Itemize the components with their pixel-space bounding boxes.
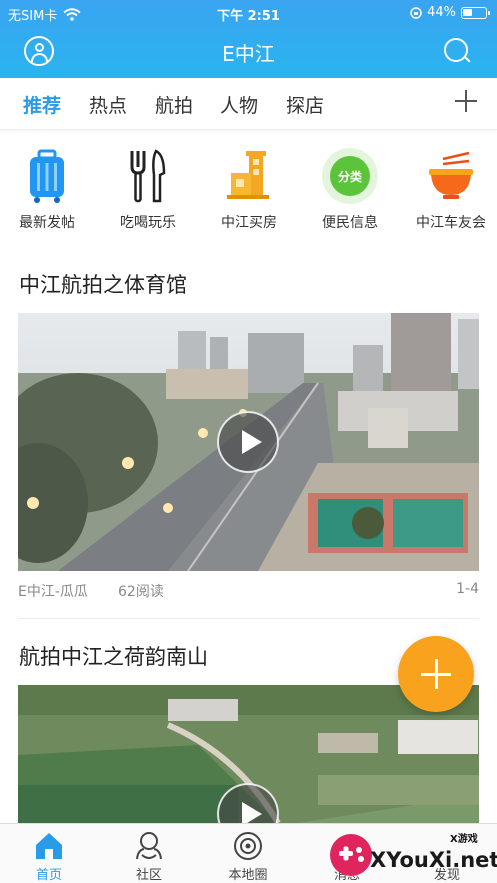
- nav-label: 首页: [35, 868, 62, 883]
- battery-icon: [461, 6, 490, 19]
- nav-home[interactable]: 首页: [9, 830, 89, 883]
- post-video-thumbnail[interactable]: [18, 685, 479, 823]
- fork-knife-icon: [118, 145, 178, 207]
- category-label: 中江车友会: [416, 215, 486, 231]
- recycle-sort-icon: 分类: [320, 145, 380, 207]
- category-badge: 分类: [338, 169, 363, 184]
- status-bar: 无SIM卡 下午 2:51 44%: [0, 0, 497, 26]
- nav-community[interactable]: 社区: [109, 830, 189, 883]
- suitcase-icon: [17, 145, 77, 207]
- tab-recommend[interactable]: 推荐: [23, 91, 61, 118]
- category-car-club[interactable]: 中江车友会: [406, 145, 496, 232]
- gamepad-logo-icon: [330, 834, 372, 876]
- tab-aerial[interactable]: 航拍: [155, 91, 193, 118]
- nav-bar: E中江: [0, 28, 497, 76]
- post-video-thumbnail[interactable]: [18, 313, 479, 571]
- site-watermark: X游戏 XYouXi.net: [326, 826, 497, 883]
- nav-label: 社区: [135, 868, 162, 883]
- noodle-bowl-icon: [421, 145, 481, 207]
- category-label: 中江买房: [221, 215, 277, 231]
- category-label: 便民信息: [322, 215, 378, 231]
- divider: [18, 618, 479, 619]
- watermark-text: XYouXi.net: [370, 848, 497, 872]
- tab-store-visit[interactable]: 探店: [286, 91, 324, 118]
- orientation-lock-icon: [410, 6, 422, 19]
- community-icon: [132, 830, 166, 862]
- post-title[interactable]: 中江航拍之体育馆: [19, 269, 187, 299]
- nav-local-circle[interactable]: 本地圈: [208, 830, 288, 883]
- tab-people[interactable]: 人物: [220, 91, 258, 118]
- app-header: 无SIM卡 下午 2:51 44% E中江: [0, 0, 497, 78]
- tab-hot[interactable]: 热点: [89, 91, 127, 118]
- category-latest-posts[interactable]: 最新发帖: [2, 145, 92, 232]
- post-index: 1-4: [456, 581, 479, 597]
- category-label: 吃喝玩乐: [120, 215, 176, 231]
- post-author[interactable]: E中江-瓜瓜: [18, 581, 88, 601]
- play-button[interactable]: [217, 411, 279, 473]
- battery-percent: 44%: [427, 5, 456, 20]
- local-circle-icon: [231, 830, 265, 862]
- category-buy-house[interactable]: 中江买房: [204, 145, 294, 232]
- search-icon[interactable]: [442, 36, 472, 66]
- add-tab-icon[interactable]: [455, 90, 477, 112]
- home-icon: [32, 830, 66, 862]
- post-title[interactable]: 航拍中江之荷韵南山: [19, 641, 208, 671]
- category-grid: 最新发帖 吃喝玩乐 中江买房 分类 便民信息 中江车友会: [0, 145, 497, 240]
- category-convenience-info[interactable]: 分类 便民信息: [305, 145, 395, 232]
- category-tabs: 推荐 热点 航拍 人物 探店: [0, 78, 497, 130]
- post-read-count: 62阅读: [118, 584, 164, 600]
- watermark-small-text: X游戏: [450, 834, 478, 845]
- page-title: E中江: [222, 42, 275, 66]
- category-label: 最新发帖: [19, 215, 75, 231]
- create-post-button[interactable]: [398, 636, 474, 712]
- house-icon: [219, 145, 279, 207]
- nav-label: 本地圈: [228, 868, 268, 883]
- category-food-fun[interactable]: 吃喝玩乐: [103, 145, 193, 232]
